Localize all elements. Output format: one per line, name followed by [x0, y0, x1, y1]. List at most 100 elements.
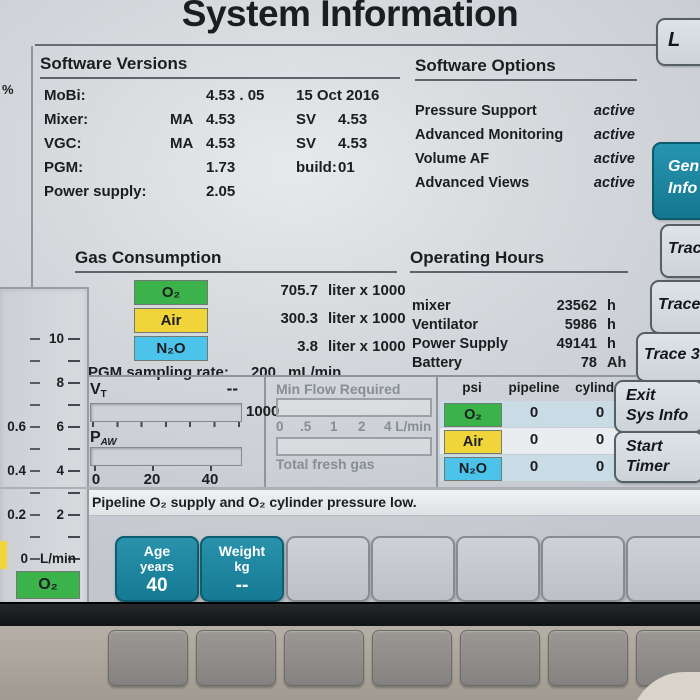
o2-badge: O₂ [16, 571, 80, 599]
left-panel-border [31, 46, 33, 287]
hours-name: Ventilator [412, 317, 479, 333]
hard-key[interactable] [108, 630, 188, 686]
age-button-unit: years [140, 559, 174, 574]
sv-c2: 2.05 [206, 183, 236, 200]
gas-row-n2o: N₂O 3.8 liter x 1000 [80, 336, 420, 364]
hours-value: 23562 [556, 298, 597, 314]
top-right-partial-label: L [668, 29, 681, 51]
percent-label: % [2, 82, 14, 97]
gas-row-o2: O₂ 705.7 liter x 1000 [80, 280, 420, 308]
weight-button[interactable]: Weight kg -- [200, 536, 284, 602]
flow-unit-label: L/min [40, 551, 76, 566]
so-status: active [593, 127, 635, 143]
psi-table: psi pipeline cylinder O₂ 0 0 Air 0 0 N₂O… [440, 377, 636, 487]
psi-row-n2o: N₂O 0 0 [440, 455, 634, 481]
hard-key-row [108, 630, 700, 686]
hours-unit: h [607, 298, 616, 314]
soft-button-blank[interactable] [286, 536, 370, 602]
sv-label: PGM: [44, 159, 84, 176]
monitor-bezel [0, 602, 700, 628]
gas-value: 705.7 [280, 282, 318, 299]
sv-c1 [170, 184, 206, 200]
sv-c4 [336, 184, 396, 200]
device-photo: System Information % Software Versions M… [0, 0, 700, 700]
o2-badge: O₂ [134, 280, 208, 305]
flow-tick: 1 [330, 419, 338, 434]
gas-unit: liter x 1000 [328, 338, 406, 355]
sv-c1 [170, 160, 206, 176]
tab-gen-info-label: Gen [668, 158, 700, 175]
top-right-partial-button[interactable]: L [656, 18, 700, 66]
operating-hours-underline [410, 271, 628, 273]
hours-row: mixer 23562 h [412, 298, 637, 317]
flow-scale-label-left: 0.6 [7, 419, 26, 434]
sv-c2: 4.53 . 05 [206, 87, 265, 104]
vt-paw-panel: VT -- 1000 PAW 0 20 40 [82, 377, 279, 488]
so-name: Pressure Support [415, 103, 537, 119]
tab-trace-1[interactable]: Trace [660, 224, 700, 278]
sv-c4 [336, 88, 396, 104]
pipeline-col-header: pipeline [508, 380, 560, 395]
software-versions-heading: Software Versions [40, 54, 188, 73]
operating-hours-heading: Operating Hours [410, 248, 545, 267]
sv-c1 [170, 88, 206, 104]
tab-trace-2[interactable]: Trace 2 [650, 280, 700, 334]
psi-row-o2: O₂ 0 0 [440, 401, 634, 427]
soft-button-blank[interactable] [541, 536, 625, 602]
weight-button-value: -- [235, 575, 249, 596]
vt-value: -- [226, 379, 238, 398]
so-status: active [593, 151, 635, 167]
so-name: Advanced Monitoring [415, 127, 564, 143]
hours-row: Power Supply 49141 h [412, 336, 637, 355]
tab-gen-info-label2: Info [668, 180, 698, 197]
vt-bar-gauge [90, 403, 242, 422]
tab-trace-3[interactable]: Trace 3 [636, 332, 700, 382]
flow-right-tick-marks [68, 338, 80, 562]
timer-label-1: Start [626, 438, 663, 455]
gas-value: 300.3 [280, 310, 318, 327]
software-options-table: Pressure Support active Advanced Monitori… [415, 104, 635, 191]
soft-button-blank[interactable] [456, 536, 540, 602]
so-name: Advanced Views [415, 175, 530, 191]
sv-c3: 15 Oct 2016 [296, 87, 380, 104]
hours-name: mixer [412, 298, 451, 314]
so-status: active [593, 103, 635, 119]
soft-button-blank[interactable] [371, 536, 455, 602]
hard-key[interactable] [460, 630, 540, 686]
sv-label: MoBi: [44, 87, 86, 104]
paw-label: PAW [90, 429, 117, 448]
age-button-value: 40 [146, 575, 168, 596]
hours-unit: h [607, 317, 616, 333]
sv-label: Mixer: [44, 111, 89, 128]
hard-key[interactable] [372, 630, 452, 686]
total-fresh-gas-bar [276, 437, 432, 456]
gas-consumption-heading: Gas Consumption [75, 248, 222, 267]
tab-trace-1-label: Trace [668, 240, 700, 257]
hours-value: 49141 [556, 336, 597, 352]
software-options-underline [415, 79, 637, 81]
panel-divider [436, 377, 438, 487]
software-versions-table: MoBi: 4.53 . 05 15 Oct 2016 Mixer: MA 4.53 SV… [44, 88, 396, 200]
hard-key[interactable] [284, 630, 364, 686]
pipeline-value: 0 [529, 458, 539, 475]
gas-value: 3.8 [297, 338, 318, 355]
so-status: active [593, 175, 635, 191]
soft-button-blank[interactable] [626, 536, 700, 602]
hard-key[interactable] [548, 630, 628, 686]
start-timer-button[interactable]: Start Timer [614, 431, 700, 483]
sv-c4: 4.53 [338, 111, 368, 128]
sv-c3: SV [296, 111, 317, 128]
flow-scale-label-left: 0.2 [7, 507, 26, 522]
hard-key[interactable] [196, 630, 276, 686]
weight-button-unit: kg [234, 559, 250, 574]
tab-gen-info[interactable]: Gen Info [652, 142, 700, 220]
exit-sys-info-button[interactable]: Exit Sys Info [614, 380, 700, 433]
page-title: System Information [181, 0, 519, 34]
air-badge: Air [134, 308, 208, 333]
hours-row: Ventilator 5986 h [412, 317, 637, 336]
exit-label-1: Exit [626, 387, 656, 404]
flow-tick: 4 L/min [384, 419, 432, 434]
gas-unit: liter x 1000 [328, 282, 406, 299]
o2-badge: O₂ [444, 403, 502, 427]
age-button[interactable]: Age years 40 [115, 536, 199, 602]
